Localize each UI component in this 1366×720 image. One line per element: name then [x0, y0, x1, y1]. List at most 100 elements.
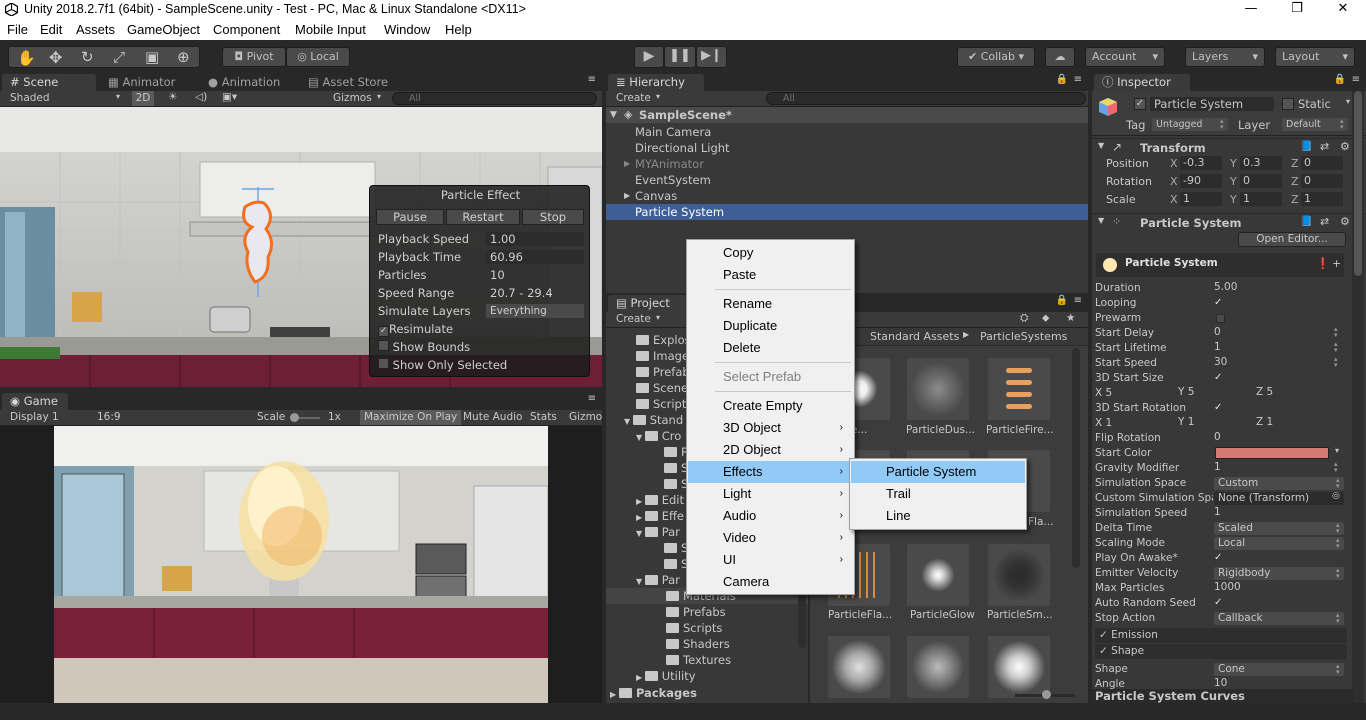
hierarchy-item-myanimator[interactable]: ▶ MYAnimator — [606, 156, 1088, 172]
filter-type-icon[interactable]: ⛭ — [1020, 312, 1028, 325]
object-name-field[interactable]: Particle System — [1150, 97, 1274, 111]
gizmos-toggle[interactable]: Gizmo — [569, 411, 602, 423]
submenu-item-trail[interactable]: Trail — [851, 483, 1025, 505]
folder-item[interactable]: S — [664, 556, 688, 572]
restart-effect-button[interactable]: Restart — [446, 209, 520, 225]
menu-item-light[interactable]: Light › — [688, 483, 853, 505]
prewarm-checkbox[interactable] — [1216, 314, 1225, 323]
custom-simulation-space-field[interactable]: None (Transform) — [1214, 492, 1344, 505]
asset-thumbnail[interactable] — [988, 358, 1050, 420]
folder-item[interactable]: Shaders — [666, 636, 730, 652]
object-picker-icon[interactable]: ◎ — [1332, 491, 1340, 501]
lock-icon[interactable]: 🔒 — [1334, 74, 1346, 85]
menu-help[interactable]: Help — [445, 22, 472, 37]
show-only-selected-toggle[interactable]: Show Only Selected — [378, 358, 507, 372]
particle-system-component-header[interactable]: ▼ ⁘ Particle System 📘 ⇄ ⚙ — [1092, 213, 1366, 231]
menu-item-video[interactable]: Video › — [688, 527, 853, 549]
shape-dropdown[interactable]: Cone — [1214, 663, 1344, 676]
resimulate-toggle[interactable]: ✓ Resimulate — [378, 322, 453, 337]
show-bounds-toggle[interactable]: Show Bounds — [378, 340, 470, 354]
menu-item-camera[interactable]: Camera — [688, 571, 853, 593]
active-checkbox[interactable]: ✓ — [1134, 98, 1146, 110]
static-checkbox[interactable] — [1282, 98, 1294, 110]
panel-menu-icon[interactable]: ≡ — [1352, 74, 1360, 85]
emitter-velocity-dropdown[interactable]: Rigidbody — [1214, 567, 1344, 580]
restore-button[interactable]: ❐ — [1274, 0, 1320, 20]
chevron-down-icon[interactable]: ▾ — [1335, 446, 1339, 455]
tab-animator[interactable]: ▦ Animator — [100, 74, 183, 91]
asset-thumbnail[interactable] — [907, 358, 969, 420]
3d-start-rotation-checkbox[interactable]: ✓ — [1214, 403, 1225, 414]
lock-icon[interactable]: 🔒 — [1056, 74, 1068, 85]
menu-edit[interactable]: Edit — [40, 22, 62, 37]
layers-dropdown[interactable]: Layers ▾ — [1185, 47, 1265, 67]
menu-item-effects[interactable]: Effects › — [688, 461, 853, 483]
folder-item[interactable]: ▶ Effe — [636, 508, 684, 524]
breadcrumb-particlesystems[interactable]: ParticleSystems — [980, 330, 1067, 343]
settings-gear-icon[interactable]: ⚙ — [1340, 140, 1350, 153]
2d-toggle[interactable]: 2D — [132, 91, 154, 106]
tag-dropdown[interactable]: Untagged — [1152, 118, 1228, 131]
folder-item[interactable]: Prefab — [636, 364, 690, 380]
folder-item[interactable]: S — [664, 460, 688, 476]
scaling-mode-dropdown[interactable]: Local — [1214, 537, 1344, 550]
local-toggle[interactable]: ◎ Local — [286, 47, 350, 67]
game-viewport[interactable] — [0, 426, 602, 703]
rot-y-field[interactable]: Y 1 — [1178, 416, 1194, 428]
preset-icon[interactable]: ⇄ — [1320, 215, 1329, 228]
menu-gameobject[interactable]: GameObject — [127, 22, 200, 37]
simulation-speed-field[interactable]: 1 — [1214, 506, 1221, 518]
folder-item[interactable]: Image — [636, 348, 689, 364]
delta-time-dropdown[interactable]: Scaled — [1214, 522, 1344, 535]
favorite-icon[interactable]: ★ — [1066, 312, 1075, 324]
asset-thumbnail[interactable] — [828, 636, 890, 698]
3d-start-size-checkbox[interactable]: ✓ — [1214, 373, 1225, 384]
step-button[interactable]: ▶❙ — [696, 46, 727, 68]
playback-speed-field[interactable]: 1.00 — [486, 232, 584, 246]
playback-time-field[interactable]: 60.96 — [486, 250, 584, 264]
rotation-z-field[interactable]: 0 — [1301, 174, 1343, 188]
asset-thumbnail[interactable] — [907, 636, 969, 698]
folder-item[interactable]: ▶ Utility — [636, 668, 696, 684]
tab-game[interactable]: ◉ Game — [2, 393, 68, 410]
transform-tool-icon[interactable]: ⊕ — [177, 48, 190, 66]
rot-z-field[interactable]: Z 1 — [1256, 416, 1273, 428]
simulation-space-dropdown[interactable]: Custom — [1214, 477, 1344, 490]
rot-x-field[interactable]: X 1 — [1095, 417, 1112, 429]
max-particles-field[interactable]: 1000 — [1214, 581, 1241, 593]
warning-icon[interactable]: ❗ — [1316, 257, 1330, 270]
position-x-field[interactable]: -0.3 — [1180, 156, 1222, 170]
folder-item[interactable]: Textures — [666, 652, 731, 668]
scene-search-input[interactable]: All — [392, 92, 597, 105]
menu-file[interactable]: File — [7, 22, 28, 37]
menu-mobile-input[interactable]: Mobile Input — [295, 22, 366, 37]
scale-z-field[interactable]: 1 — [1301, 192, 1343, 206]
folder-item[interactable]: ▼ Cro — [636, 428, 681, 444]
folder-item[interactable]: ▶ Edit — [636, 492, 684, 508]
menu-item-duplicate[interactable]: Duplicate — [688, 315, 853, 337]
duration-field[interactable]: 5.00 — [1214, 281, 1237, 293]
gizmos-dropdown[interactable]: Gizmos — [333, 92, 372, 104]
rotation-x-field[interactable]: -90 — [1180, 174, 1222, 188]
scene-viewport[interactable]: Particle Effect Pause Restart Stop Playb… — [0, 107, 602, 387]
particle-system-curves-header[interactable]: Particle System Curves — [1092, 689, 1354, 703]
menu-item-3d-object[interactable]: 3D Object › — [688, 417, 853, 439]
menu-component[interactable]: Component — [213, 22, 280, 37]
menu-item-create-empty[interactable]: Create Empty — [688, 395, 853, 417]
stop-effect-button[interactable]: Stop — [522, 209, 584, 225]
tab-inspector[interactable]: ⓘ Inspector — [1094, 74, 1190, 91]
preset-icon[interactable]: ⇄ — [1320, 140, 1329, 153]
asset-thumbnail[interactable] — [907, 544, 969, 606]
size-x-field[interactable]: X 5 — [1095, 387, 1112, 399]
panel-menu-icon[interactable]: ≡ — [1074, 295, 1082, 306]
menu-item-copy[interactable]: Copy — [688, 242, 853, 264]
add-icon[interactable]: + — [1332, 257, 1341, 270]
folder-item[interactable]: Scene — [636, 380, 688, 396]
maximize-on-play-toggle[interactable]: Maximize On Play — [360, 410, 462, 425]
looping-checkbox[interactable]: ✓ — [1214, 298, 1225, 309]
simulate-layers-dropdown[interactable]: Everything — [486, 304, 584, 318]
help-icon[interactable]: 📘 — [1300, 216, 1312, 227]
shape-module-header[interactable]: ✓ Shape — [1095, 644, 1347, 659]
asset-thumbnail[interactable] — [988, 544, 1050, 606]
tab-project[interactable]: ▤ Project — [608, 295, 688, 312]
